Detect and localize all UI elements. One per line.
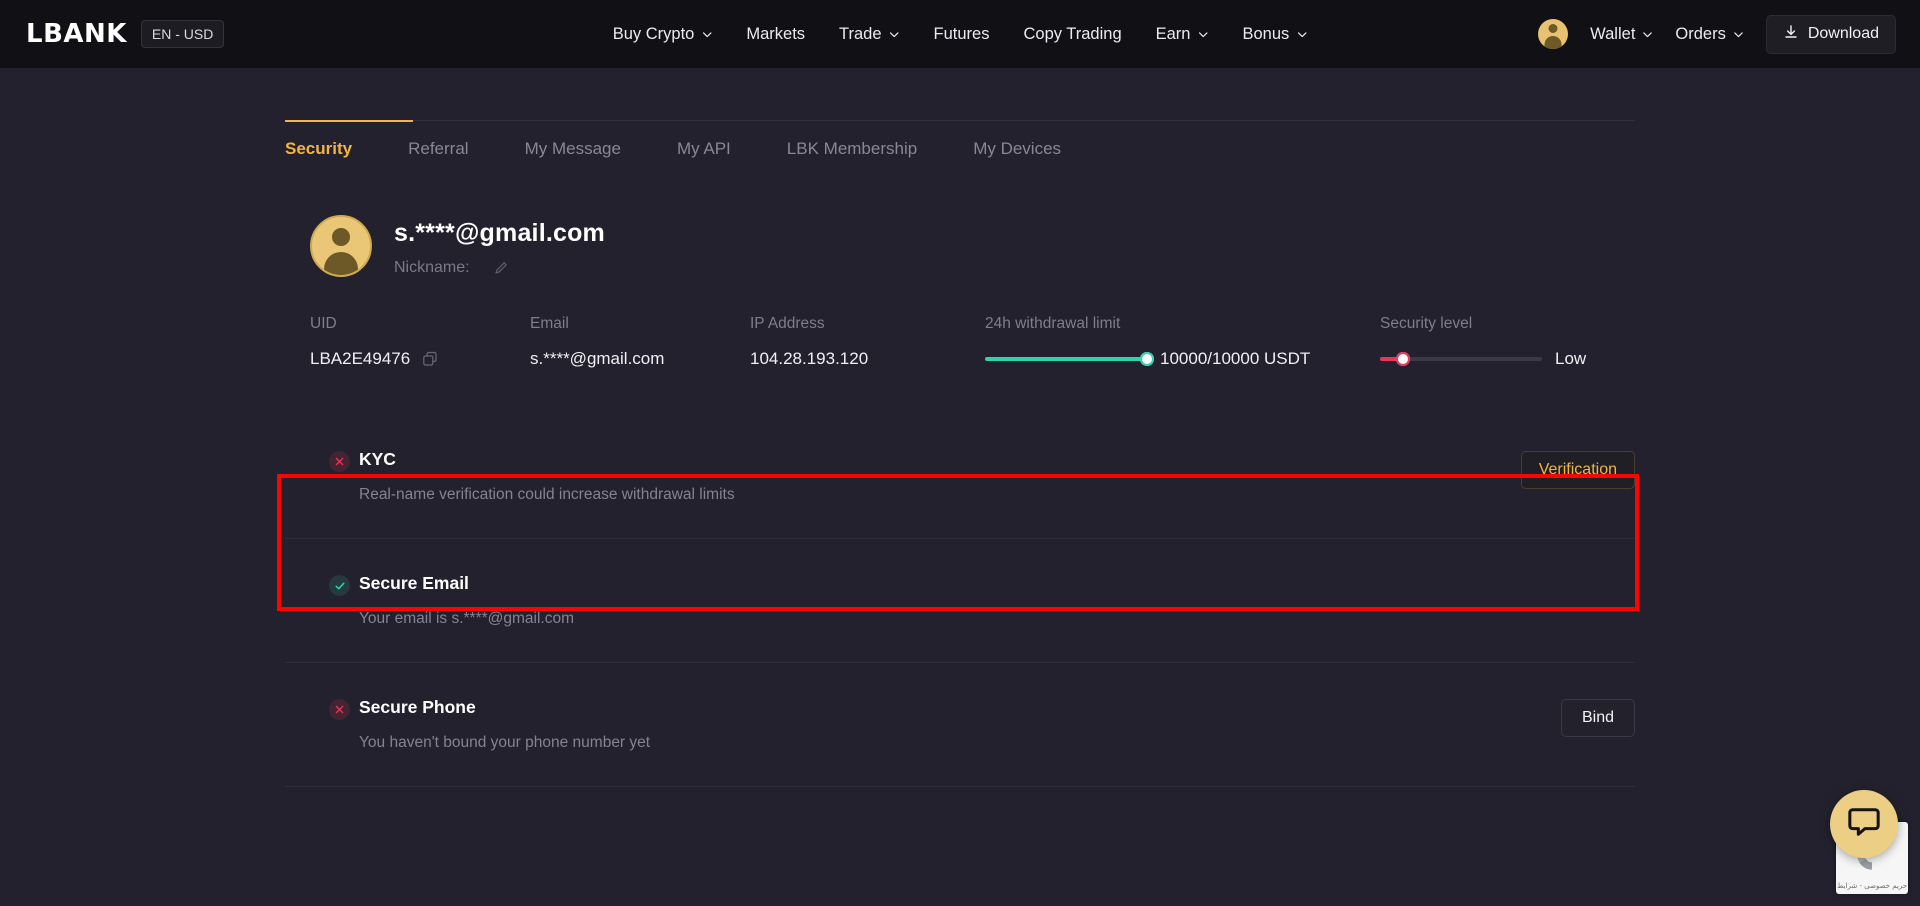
chevron-down-icon — [889, 29, 900, 40]
uid-value-row: LBA2E49476 — [310, 349, 530, 369]
nav-item-markets[interactable]: Markets — [746, 25, 805, 44]
nav-item-bonus[interactable]: Bonus — [1242, 25, 1307, 44]
withdrawal-limit-value: 10000/10000 USDT — [1160, 349, 1311, 368]
edit-pencil-icon[interactable] — [494, 261, 508, 275]
header-right-actions: Wallet Orders Download — [1538, 14, 1896, 54]
language-currency-selector[interactable]: EN - USD — [140, 20, 225, 48]
tab-referral[interactable]: Referral — [408, 139, 468, 159]
secure-phone-title: Secure Phone — [359, 697, 476, 717]
chevron-down-icon — [1642, 29, 1653, 40]
info-cell-uid: UID LBA2E49476 — [310, 315, 530, 369]
status-check-icon — [329, 575, 350, 596]
nav-label: Earn — [1155, 24, 1191, 43]
profile-header: s.****@gmail.com Nickname: — [310, 215, 1920, 277]
secure-email-title: Secure Email — [359, 573, 469, 593]
security-row-secure-email: Secure Email Your email is s.****@gmail.… — [285, 538, 1635, 662]
avatar[interactable] — [310, 215, 372, 277]
brand-area: LBANK EN - USD — [26, 19, 225, 49]
kyc-title: KYC — [359, 449, 396, 469]
uid-label: UID — [310, 315, 337, 332]
download-icon — [1783, 24, 1799, 45]
bind-button[interactable]: Bind — [1560, 699, 1635, 737]
status-cross-icon — [329, 699, 350, 720]
recaptcha-terms-text[interactable]: حریم خصوصی - شرایط — [1837, 882, 1907, 890]
nav-item-wallet[interactable]: Wallet — [1590, 25, 1653, 44]
security-row-kyc: KYC Real-name verification could increas… — [285, 415, 1635, 538]
account-info-row: UID LBA2E49476 Email s.****@gmail.com IP… — [310, 315, 1920, 369]
verification-button[interactable]: Verification — [1520, 451, 1635, 489]
chevron-down-icon — [1296, 29, 1307, 40]
nav-item-buy-crypto[interactable]: Buy Crypto — [613, 25, 713, 44]
nav-item-earn[interactable]: Earn — [1156, 25, 1209, 44]
copy-icon[interactable] — [422, 351, 438, 367]
security-level-value: Low — [1555, 349, 1587, 368]
nav-label: Trade — [839, 24, 882, 43]
chat-support-button[interactable] — [1830, 790, 1898, 858]
tab-my-api[interactable]: My API — [677, 139, 731, 159]
security-settings-list: KYC Real-name verification could increas… — [285, 415, 1635, 826]
withdrawal-limit-value-row: 10000/10000 USDT — [985, 349, 1380, 369]
nav-label: Buy Crypto — [612, 24, 695, 43]
nav-label: Markets — [746, 24, 806, 43]
secure-phone-description: You haven't bound your phone number yet — [359, 734, 651, 751]
status-cross-icon — [329, 451, 350, 472]
info-cell-security-level: Security level Low — [1380, 315, 1640, 369]
nav-label: Bonus — [1242, 24, 1290, 43]
top-header: LBANK EN - USD Buy Crypto Markets Trade … — [0, 0, 1920, 68]
nav-item-orders[interactable]: Orders — [1675, 25, 1743, 44]
tab-my-message[interactable]: My Message — [525, 139, 621, 159]
security-level-label: Security level — [1380, 315, 1473, 332]
tab-security[interactable]: Security — [285, 139, 352, 159]
wallet-label: Wallet — [1590, 24, 1636, 43]
nav-item-copy-trading[interactable]: Copy Trading — [1023, 25, 1121, 44]
tab-lbk-membership[interactable]: LBK Membership — [787, 139, 917, 159]
nickname-label: Nickname: — [394, 259, 470, 276]
download-label: Download — [1807, 25, 1879, 42]
nickname-row: Nickname: — [394, 259, 605, 277]
ip-address-value: 104.28.193.120 — [750, 349, 869, 368]
security-level-progress — [1380, 352, 1542, 366]
email-label: Email — [530, 315, 569, 332]
uid-value: LBA2E49476 — [310, 349, 411, 368]
info-cell-ip-address: IP Address 104.28.193.120 — [750, 315, 985, 369]
ip-address-label: IP Address — [750, 315, 825, 332]
security-row-secure-phone: Secure Phone You haven't bound your phon… — [285, 662, 1635, 786]
nav-item-trade[interactable]: Trade — [839, 25, 900, 44]
nav-item-futures[interactable]: Futures — [934, 25, 990, 44]
download-button[interactable]: Download — [1765, 14, 1896, 54]
security-row-divider-bottom — [285, 786, 1635, 826]
withdrawal-limit-label: 24h withdrawal limit — [985, 315, 1121, 332]
chat-bubble-icon — [1847, 805, 1881, 844]
main-navigation: Buy Crypto Markets Trade Futures Copy Tr… — [613, 25, 1308, 44]
account-tabs: Security Referral My Message My API LBK … — [285, 119, 1635, 159]
email-value: s.****@gmail.com — [530, 349, 665, 368]
lbank-logo[interactable]: LBANK — [26, 19, 127, 49]
chevron-down-icon — [1197, 29, 1208, 40]
withdrawal-limit-progress-fill — [985, 357, 1147, 361]
chevron-down-icon — [701, 29, 712, 40]
withdrawal-limit-progress — [985, 352, 1154, 366]
chevron-down-icon — [1733, 29, 1744, 40]
avatar[interactable] — [1538, 19, 1569, 49]
nav-label: Futures — [933, 24, 990, 43]
security-level-value-row: Low — [1380, 349, 1640, 369]
info-cell-withdrawal-limit: 24h withdrawal limit 10000/10000 USDT — [985, 315, 1380, 369]
page-title: s.****@gmail.com — [394, 219, 605, 247]
security-level-knob — [1395, 352, 1410, 366]
withdrawal-limit-knob — [1140, 352, 1154, 366]
secure-email-description: Your email is s.****@gmail.com — [359, 610, 575, 627]
orders-label: Orders — [1675, 24, 1726, 43]
kyc-description: Real-name verification could increase wi… — [359, 486, 735, 503]
tab-my-devices[interactable]: My Devices — [973, 139, 1061, 159]
info-cell-email: Email s.****@gmail.com — [530, 315, 750, 369]
nav-label: Copy Trading — [1023, 24, 1122, 43]
